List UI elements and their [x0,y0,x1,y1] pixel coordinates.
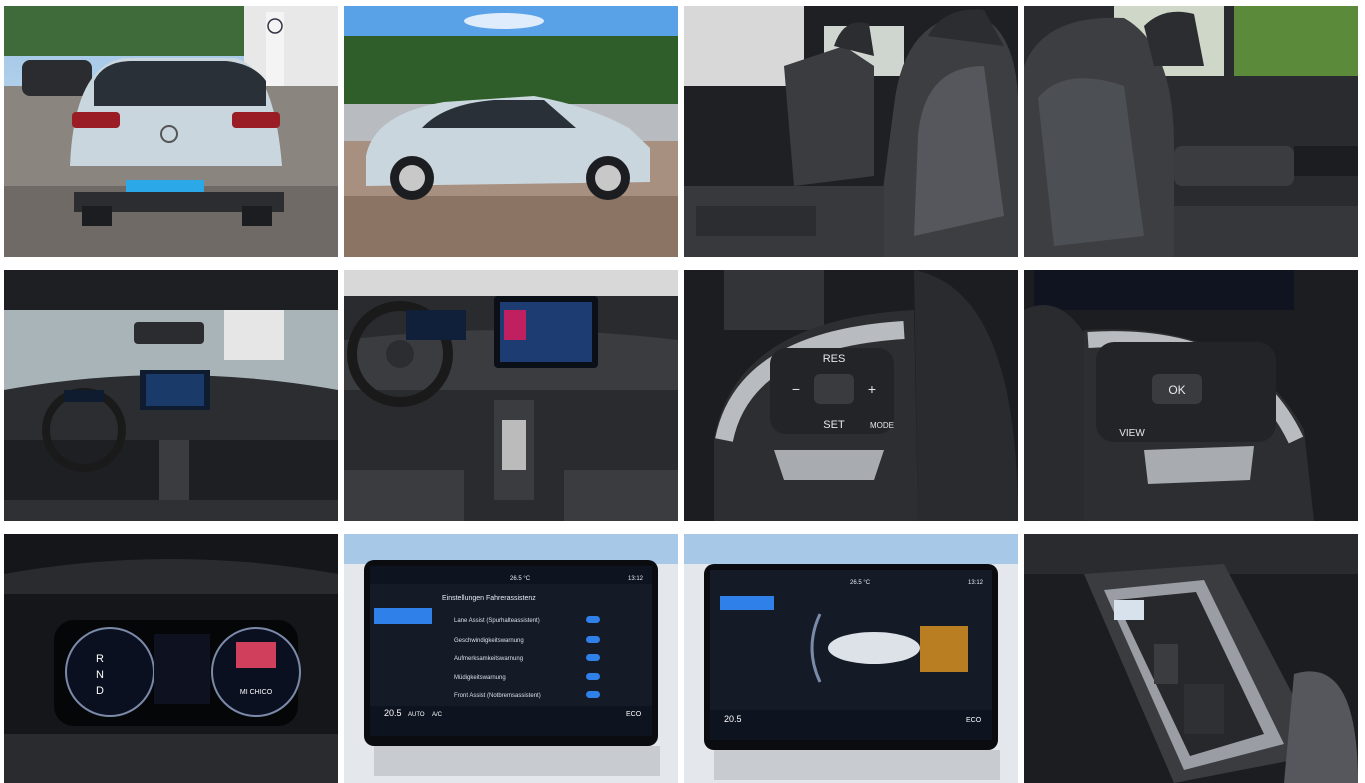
eco-label: ECO [626,711,642,718]
ac-label: A/C [432,712,443,718]
photo-infotainment-park-distance[interactable]: 26.5 °C 13:12 20.5 ECO [684,534,1018,783]
plus-label: + [868,381,876,397]
assist-item-2: Geschwindigkeitswarnung [454,638,524,644]
photo-center-console-gear-selector[interactable] [1024,534,1358,783]
auto-label: AUTO [408,712,425,718]
photo-digital-instrument-cluster[interactable]: R N D MI CHICO [4,534,338,783]
res-label: RES [823,353,846,365]
assist-item-3: Aufmerksamkeitswarnung [454,656,523,662]
minus-label: − [792,381,800,397]
mode-label: MODE [870,421,894,430]
gear-n-label: N [96,669,104,681]
park-bottom-temp: 20.5 [724,714,742,724]
range-label: MI CHICO [240,689,273,696]
photo-infotainment-driver-assist[interactable]: Einstellungen Fahrerassistenz 26.5 °C 13… [344,534,678,783]
park-screen-temp: 26.5 °C [850,580,871,586]
photo-front-seats-right[interactable] [684,6,1018,257]
view-label: VIEW [1119,428,1145,439]
set-label: SET [823,419,845,431]
photo-steering-wheel-right-controls[interactable]: OK VIEW [1024,270,1358,521]
photo-front-seat-passenger[interactable] [1024,6,1358,257]
assist-item-1: Lane Assist (Spurhalteassistent) [454,618,540,624]
ok-label: OK [1168,383,1185,397]
park-screen-time: 13:12 [968,580,984,586]
assist-item-5: Front Assist (Notbremsassistent) [454,693,541,699]
photo-side-exterior[interactable] [344,6,678,257]
photo-dashboard-overview[interactable] [4,270,338,521]
photo-steering-wheel-and-infotainment[interactable] [344,270,678,521]
assist-header: Einstellungen Fahrerassistenz [442,595,536,602]
park-eco-label: ECO [966,717,982,724]
photo-steering-wheel-left-controls[interactable]: RES SET − + MODE [684,270,1018,521]
photo-gallery: RES SET − + MODE OK VIEW R N D MI CHICO … [0,0,1365,783]
bottom-temp: 20.5 [384,708,402,718]
screen-time: 13:12 [628,576,644,582]
assist-item-4: Müdigkeitswarnung [454,675,506,681]
screen-temp: 26.5 °C [510,576,531,582]
gear-r-label: R [96,653,104,665]
gear-d-label: D [96,685,104,697]
photo-rear-exterior[interactable] [4,6,338,257]
